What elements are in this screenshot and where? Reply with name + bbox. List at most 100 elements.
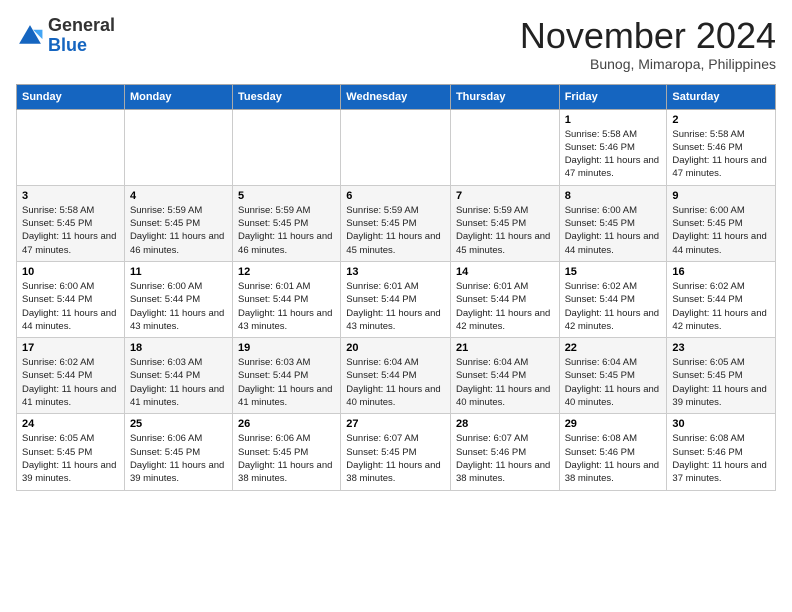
calendar-cell: 20Sunrise: 6:04 AMSunset: 5:44 PMDayligh… [341,338,451,414]
location-text: Bunog, Mimaropa, Philippines [520,56,776,72]
calendar-cell: 12 Sunrise: 6:01 AMSunset: 5:44 PMDayligh… [233,261,341,337]
calendar-cell: 28 Sunrise: 6:07 AMSunset: 5:46 PMDayligh… [450,414,559,490]
calendar-cell: 15 Sunrise: 6:02 AMSunset: 5:44 PMDayligh… [559,261,667,337]
day-number: 8 [565,190,662,202]
day-info: Sunrise: 6:01 AMSunset: 5:44 PMDaylight:… [238,280,335,333]
calendar-cell: 19 Sunrise: 6:03 AMSunset: 5:44 PMDayligh… [233,338,341,414]
weekday-header: Monday [124,84,232,109]
day-number: 5 [238,190,335,202]
calendar-cell: 22 Sunrise: 6:04 AMSunset: 5:45 PMDayligh… [559,338,667,414]
calendar-cell [233,109,341,185]
day-info: Sunrise: 6:07 AMSunset: 5:45 PMDaylight:… [346,432,445,485]
day-info: Sunrise: 6:04 AMSunset: 5:44 PMDaylight:… [346,356,445,409]
day-number: 15 [565,266,662,278]
calendar-cell: 21Sunrise: 6:04 AMSunset: 5:44 PMDayligh… [450,338,559,414]
calendar-cell: 17 Sunrise: 6:02 AMSunset: 5:44 PMDayligh… [17,338,125,414]
day-number: 18 [130,342,227,354]
day-info: Sunrise: 6:07 AMSunset: 5:46 PMDaylight:… [456,432,554,485]
day-info: Sunrise: 5:59 AMSunset: 5:45 PMDaylight:… [456,204,554,257]
day-number: 7 [456,190,554,202]
calendar-cell: 27 Sunrise: 6:07 AMSunset: 5:45 PMDayligh… [341,414,451,490]
logo-icon [16,22,44,50]
calendar-cell: 24 Sunrise: 6:05 AMSunset: 5:45 PMDayligh… [17,414,125,490]
day-info: Sunrise: 6:06 AMSunset: 5:45 PMDaylight:… [130,432,227,485]
weekday-header: Friday [559,84,667,109]
day-info: Sunrise: 6:02 AMSunset: 5:44 PMDaylight:… [565,280,662,333]
weekday-header-row: SundayMondayTuesdayWednesdayThursdayFrid… [17,84,776,109]
day-info: Sunrise: 6:00 AMSunset: 5:44 PMDaylight:… [22,280,119,333]
day-number: 11 [130,266,227,278]
logo: General Blue [16,16,115,56]
day-info: Sunrise: 6:01 AMSunset: 5:44 PMDaylight:… [456,280,554,333]
day-number: 17 [22,342,119,354]
calendar-cell: 30Sunrise: 6:08 AMSunset: 5:46 PMDayligh… [667,414,776,490]
calendar-cell: 6 Sunrise: 5:59 AMSunset: 5:45 PMDaylight… [341,185,451,261]
day-number: 13 [346,266,445,278]
day-number: 9 [672,190,770,202]
day-number: 30 [672,418,770,430]
day-number: 14 [456,266,554,278]
calendar-cell [124,109,232,185]
day-number: 25 [130,418,227,430]
day-info: Sunrise: 5:58 AMSunset: 5:46 PMDaylight:… [565,128,662,181]
calendar-week-row: 1Sunrise: 5:58 AMSunset: 5:46 PMDaylight… [17,109,776,185]
calendar-week-row: 3Sunrise: 5:58 AMSunset: 5:45 PMDaylight… [17,185,776,261]
calendar-cell: 13 Sunrise: 6:01 AMSunset: 5:44 PMDayligh… [341,261,451,337]
day-info: Sunrise: 6:06 AMSunset: 5:45 PMDaylight:… [238,432,335,485]
day-info: Sunrise: 6:05 AMSunset: 5:45 PMDaylight:… [22,432,119,485]
page-header: General Blue November 2024 Bunog, Mimaro… [16,16,776,72]
day-info: Sunrise: 5:59 AMSunset: 5:45 PMDaylight:… [130,204,227,257]
day-info: Sunrise: 6:00 AMSunset: 5:45 PMDaylight:… [565,204,662,257]
calendar-cell: 14 Sunrise: 6:01 AMSunset: 5:44 PMDayligh… [450,261,559,337]
weekday-header: Wednesday [341,84,451,109]
day-info: Sunrise: 6:05 AMSunset: 5:45 PMDaylight:… [672,356,770,409]
day-number: 12 [238,266,335,278]
day-info: Sunrise: 6:04 AMSunset: 5:44 PMDaylight:… [456,356,554,409]
day-number: 22 [565,342,662,354]
day-info: Sunrise: 6:08 AMSunset: 5:46 PMDaylight:… [565,432,662,485]
day-number: 26 [238,418,335,430]
calendar-cell [450,109,559,185]
calendar-cell: 16 Sunrise: 6:02 AMSunset: 5:44 PMDayligh… [667,261,776,337]
day-info: Sunrise: 6:03 AMSunset: 5:44 PMDaylight:… [130,356,227,409]
calendar-table: SundayMondayTuesdayWednesdayThursdayFrid… [16,84,776,491]
weekday-header: Thursday [450,84,559,109]
day-number: 23 [672,342,770,354]
logo-blue-text: Blue [48,35,87,55]
calendar-cell: 5Sunrise: 5:59 AMSunset: 5:45 PMDaylight… [233,185,341,261]
calendar-cell: 25 Sunrise: 6:06 AMSunset: 5:45 PMDayligh… [124,414,232,490]
calendar-week-row: 24 Sunrise: 6:05 AMSunset: 5:45 PMDayligh… [17,414,776,490]
calendar-cell: 2Sunrise: 5:58 AMSunset: 5:46 PMDaylight… [667,109,776,185]
calendar-cell: 7 Sunrise: 5:59 AMSunset: 5:45 PMDaylight… [450,185,559,261]
day-number: 24 [22,418,119,430]
calendar-cell: 9 Sunrise: 6:00 AMSunset: 5:45 PMDaylight… [667,185,776,261]
day-number: 28 [456,418,554,430]
title-block: November 2024 Bunog, Mimaropa, Philippin… [520,16,776,72]
day-number: 19 [238,342,335,354]
weekday-header: Sunday [17,84,125,109]
day-info: Sunrise: 6:02 AMSunset: 5:44 PMDaylight:… [22,356,119,409]
calendar-cell: 23 Sunrise: 6:05 AMSunset: 5:45 PMDayligh… [667,338,776,414]
day-info: Sunrise: 5:58 AMSunset: 5:45 PMDaylight:… [22,204,119,257]
calendar-cell: 3Sunrise: 5:58 AMSunset: 5:45 PMDaylight… [17,185,125,261]
calendar-cell: 1Sunrise: 5:58 AMSunset: 5:46 PMDaylight… [559,109,667,185]
day-info: Sunrise: 6:00 AMSunset: 5:45 PMDaylight:… [672,204,770,257]
day-info: Sunrise: 6:01 AMSunset: 5:44 PMDaylight:… [346,280,445,333]
day-info: Sunrise: 6:02 AMSunset: 5:44 PMDaylight:… [672,280,770,333]
logo-general-text: General [48,15,115,35]
calendar-cell [17,109,125,185]
month-title: November 2024 [520,16,776,56]
day-number: 10 [22,266,119,278]
weekday-header: Saturday [667,84,776,109]
calendar-cell: 8 Sunrise: 6:00 AMSunset: 5:45 PMDaylight… [559,185,667,261]
calendar-cell: 18 Sunrise: 6:03 AMSunset: 5:44 PMDayligh… [124,338,232,414]
day-info: Sunrise: 6:03 AMSunset: 5:44 PMDaylight:… [238,356,335,409]
calendar-cell: 26 Sunrise: 6:06 AMSunset: 5:45 PMDayligh… [233,414,341,490]
day-number: 16 [672,266,770,278]
day-number: 29 [565,418,662,430]
day-info: Sunrise: 6:04 AMSunset: 5:45 PMDaylight:… [565,356,662,409]
day-number: 2 [672,114,770,126]
day-number: 27 [346,418,445,430]
day-info: Sunrise: 5:59 AMSunset: 5:45 PMDaylight:… [346,204,445,257]
day-number: 6 [346,190,445,202]
